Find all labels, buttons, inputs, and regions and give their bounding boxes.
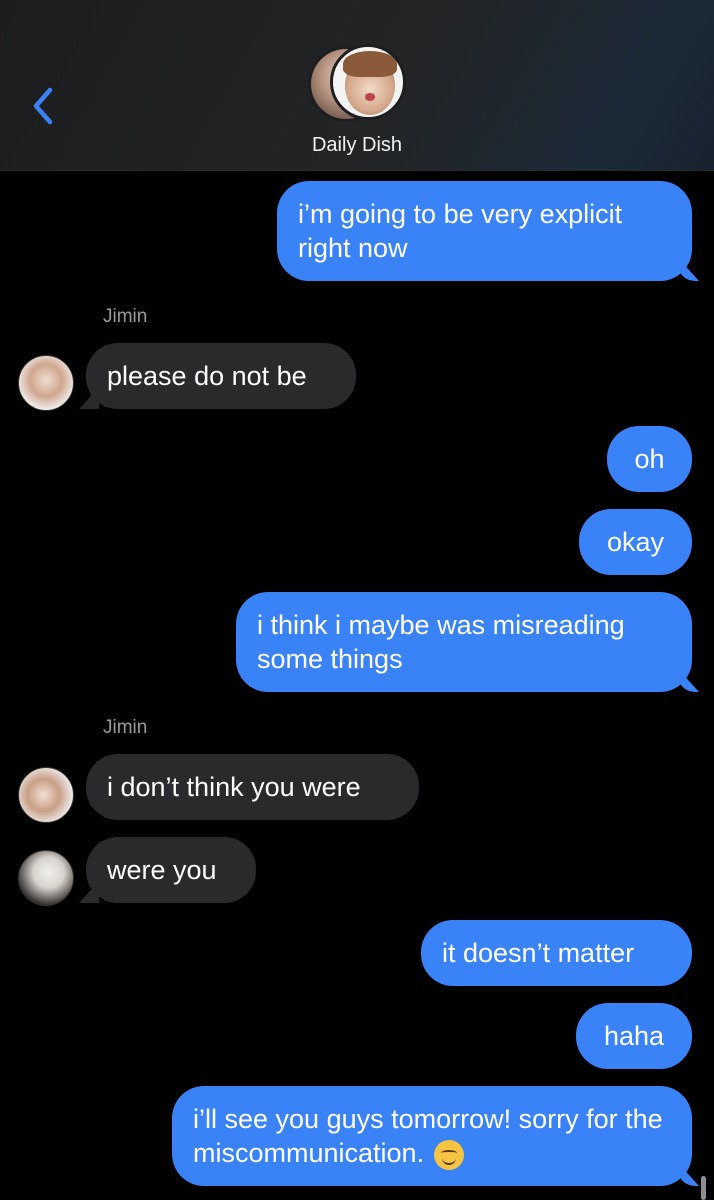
message-text: it doesn’t matter	[442, 938, 635, 968]
message-bubble-outgoing[interactable]: oh	[607, 426, 692, 492]
chevron-left-icon[interactable]	[28, 84, 64, 128]
sender-avatar[interactable]	[18, 850, 74, 906]
message-text: i’ll see you guys tomorrow! sorry for th…	[193, 1102, 671, 1170]
message-text: i think i maybe was misreading some thin…	[257, 610, 625, 674]
message-text: haha	[603, 1021, 665, 1051]
group-member-avatar	[330, 44, 406, 120]
message-text: oh	[634, 444, 665, 474]
smiling-face-emoji-icon	[434, 1139, 465, 1170]
group-avatar[interactable]	[308, 44, 408, 124]
chat-title[interactable]: Daily Dish	[0, 134, 714, 157]
scroll-indicator[interactable]	[701, 1176, 706, 1200]
message-bubble-outgoing[interactable]: i’ll see you guys tomorrow! sorry for th…	[172, 1086, 692, 1186]
message-text: please do not be	[107, 361, 307, 391]
message-text: i don’t think you were	[107, 772, 361, 802]
message-bubble-outgoing[interactable]: haha	[576, 1003, 692, 1069]
message-bubble-incoming[interactable]: i don’t think you were	[86, 754, 419, 820]
message-bubble-outgoing[interactable]: okay	[579, 509, 692, 575]
message-bubble-incoming[interactable]: please do not be	[86, 343, 356, 409]
sender-name: Jimin	[103, 717, 148, 738]
message-text: okay	[606, 527, 665, 557]
message-text: were you	[107, 855, 217, 885]
back-button[interactable]	[28, 84, 64, 128]
message-bubble-outgoing[interactable]: i’m going to be very explicit right now	[277, 181, 692, 281]
message-bubble-incoming[interactable]: were you	[86, 837, 256, 903]
message-text-content: i’ll see you guys tomorrow! sorry for th…	[193, 1104, 663, 1168]
sender-avatar[interactable]	[18, 355, 74, 411]
message-bubble-outgoing[interactable]: it doesn’t matter	[421, 920, 692, 986]
sender-name: Jimin	[103, 306, 148, 327]
chat-header: Daily Dish	[0, 0, 714, 171]
message-text: i’m going to be very explicit right now	[298, 199, 623, 263]
message-bubble-outgoing[interactable]: i think i maybe was misreading some thin…	[236, 592, 692, 692]
sender-avatar[interactable]	[18, 767, 74, 823]
